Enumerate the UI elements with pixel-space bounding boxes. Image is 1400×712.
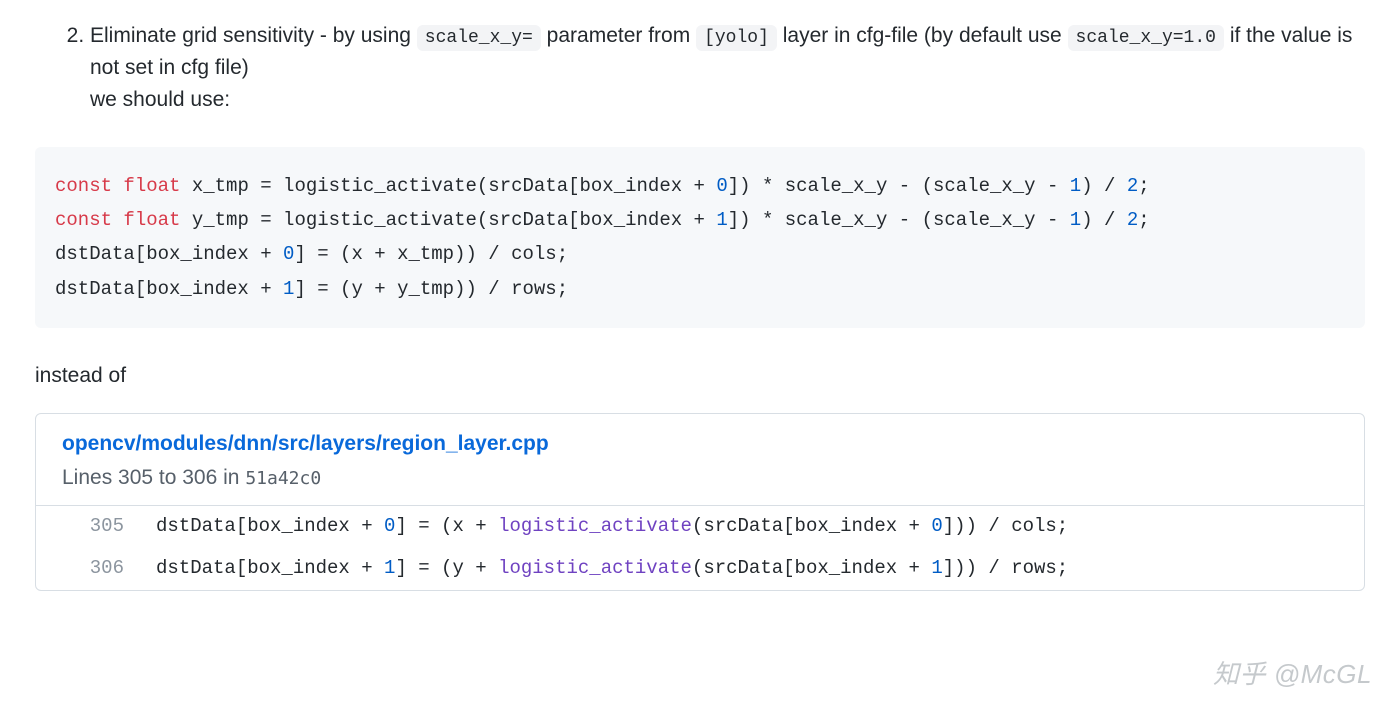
watermark: 知乎 @McGL [1213,655,1372,694]
number: 1 [716,209,727,231]
keyword: float [123,175,180,197]
snippet-body: 305 dstData[box_index + 0] = (x + logist… [36,506,1364,590]
inline-code-scale-x-y: scale_x_y= [417,25,541,51]
code: ] = (y + y_tmp)) / rows; [294,278,568,300]
inline-code-default: scale_x_y=1.0 [1068,25,1224,51]
snippet-lines-info: Lines 305 to 306 in 51a42c0 [62,462,1338,494]
code: (srcData[box_index + [692,515,931,537]
line-code: dstData[box_index + 0] = (x + logistic_a… [144,506,1364,548]
number: 1 [283,278,294,300]
code: ])) / cols; [943,515,1068,537]
lines-prefix: Lines 305 to 306 in [62,466,245,489]
commit-sha[interactable]: 51a42c0 [245,468,321,489]
code: (srcData[box_index + [692,557,931,579]
text: parameter from [547,24,696,47]
code: ] = (x + x_tmp)) / cols; [294,243,568,265]
code: ; [1138,209,1149,231]
text: Eliminate grid sensitivity - by using [90,24,417,47]
keyword: float [123,209,180,231]
code: ]) * scale_x_y - (scale_x_y - [728,209,1070,231]
number: 1 [1070,175,1081,197]
table-row: 305 dstData[box_index + 0] = (x + logist… [36,506,1364,548]
code: ]) * scale_x_y - (scale_x_y - [728,175,1070,197]
keyword: const [55,175,123,197]
keyword: const [55,209,123,231]
code-snippet-box: opencv/modules/dnn/src/layers/region_lay… [35,413,1365,591]
code: ) / [1081,209,1127,231]
code: x_tmp = logistic_activate(srcData[box_in… [180,175,716,197]
text: we should use: [90,88,230,111]
number: 1 [384,557,395,579]
number: 1 [931,557,942,579]
code: y_tmp = logistic_activate(srcData[box_in… [180,209,716,231]
code-block-new: const float x_tmp = logistic_activate(sr… [35,147,1365,328]
code: dstData[box_index + [156,515,384,537]
line-number[interactable]: 306 [36,548,144,590]
number: 0 [384,515,395,537]
snippet-file-path[interactable]: opencv/modules/dnn/src/layers/region_lay… [62,428,1338,460]
number: 1 [1070,209,1081,231]
number: 2 [1127,209,1138,231]
list-item-2: Eliminate grid sensitivity - by using sc… [90,20,1365,115]
table-row: 306 dstData[box_index + 1] = (y + logist… [36,548,1364,590]
inline-code-yolo: [yolo] [696,25,777,51]
code: ) / [1081,175,1127,197]
ordered-list: Eliminate grid sensitivity - by using sc… [35,20,1365,115]
line-code: dstData[box_index + 1] = (y + logistic_a… [144,548,1364,590]
code: dstData[box_index + [55,243,283,265]
comment-body: Eliminate grid sensitivity - by using sc… [0,0,1400,621]
line-number[interactable]: 305 [36,506,144,548]
number: 0 [716,175,727,197]
list-text: Eliminate grid sensitivity - by using sc… [90,24,1352,111]
function-name: logistic_activate [498,557,692,579]
snippet-header: opencv/modules/dnn/src/layers/region_lay… [36,414,1364,506]
text: layer in cfg-file (by default use [783,24,1068,47]
number: 0 [283,243,294,265]
code: ] = (y + [395,557,498,579]
code: dstData[box_index + [156,557,384,579]
code: ; [1138,175,1149,197]
instead-of-text: instead of [35,360,1365,392]
code: dstData[box_index + [55,278,283,300]
code: ] = (x + [395,515,498,537]
number: 2 [1127,175,1138,197]
function-name: logistic_activate [498,515,692,537]
number: 0 [931,515,942,537]
code: ])) / rows; [943,557,1068,579]
